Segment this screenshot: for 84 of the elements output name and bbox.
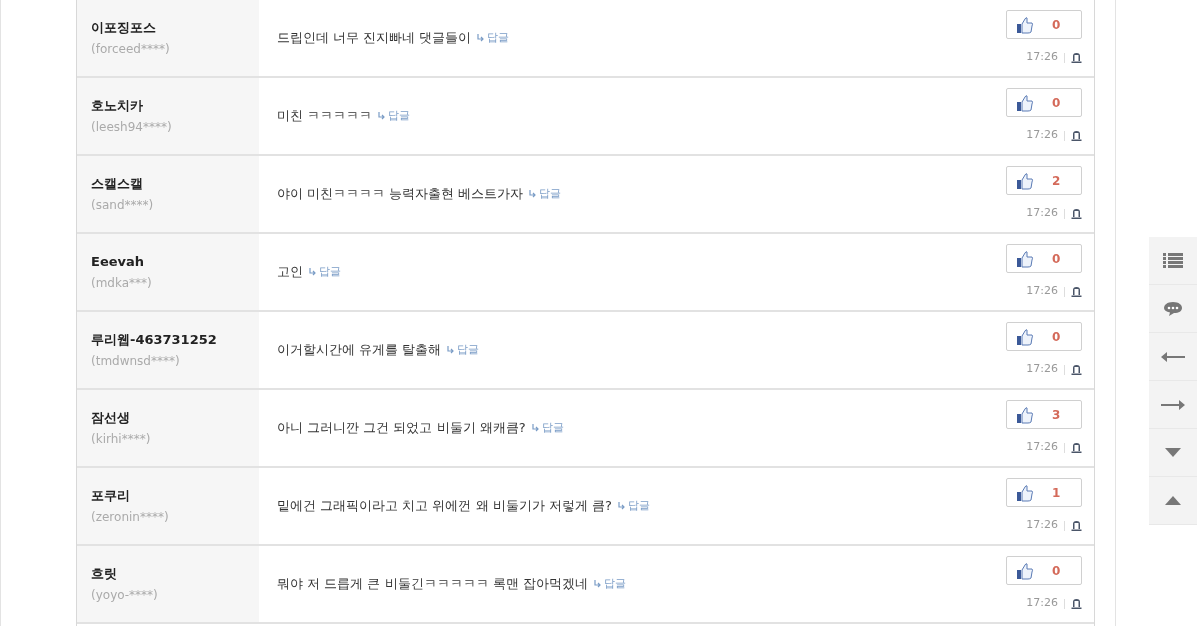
thumbs-up-icon xyxy=(1016,93,1034,112)
reply-arrow-icon xyxy=(447,346,456,354)
comment-text: 야이 미친ㅋㅋㅋㅋ 능력자출현 베스트가자 xyxy=(277,185,524,204)
side-nav-button[interactable] xyxy=(1149,285,1197,333)
comment-time: 17:26 xyxy=(1026,127,1058,144)
comment-time: 17:26 xyxy=(1026,361,1058,378)
reply-arrow-icon xyxy=(529,190,538,198)
reply-arrow-icon xyxy=(477,34,486,42)
reply-link[interactable]: 답글 xyxy=(617,497,650,515)
bell-icon[interactable] xyxy=(1071,363,1082,376)
author-nickname[interactable]: 포쿠리 xyxy=(91,485,259,506)
thumbs-up-icon xyxy=(1016,249,1034,268)
side-nav-button[interactable] xyxy=(1149,381,1197,429)
reply-link[interactable]: 답글 xyxy=(593,575,626,593)
thumbs-up-icon xyxy=(1016,171,1034,190)
comment-time: 17:26 xyxy=(1026,49,1058,66)
right-arrow-icon xyxy=(1161,399,1185,410)
bell-icon[interactable] xyxy=(1071,597,1082,610)
up-triangle-icon xyxy=(1165,496,1181,505)
like-button[interactable]: 0 xyxy=(1006,88,1082,118)
reply-link[interactable]: 답글 xyxy=(477,29,510,47)
like-button[interactable]: 2 xyxy=(1006,166,1082,196)
list-icon xyxy=(1163,252,1183,269)
author-id: (zeronin****) xyxy=(91,509,170,527)
author-id: (leesh94****) xyxy=(91,119,173,137)
side-nav-button[interactable] xyxy=(1149,429,1197,477)
bell-icon[interactable] xyxy=(1071,285,1082,298)
reply-arrow-icon xyxy=(617,502,626,510)
comment-time: 17:26 xyxy=(1026,283,1058,300)
thumbs-up-icon xyxy=(1016,483,1034,502)
thumbs-up-icon xyxy=(1016,561,1034,580)
comment-text: 밑에건 그래픽이라고 치고 위에껀 왜 비둘기가 저렇게 큼? xyxy=(277,497,612,516)
author-nickname[interactable]: 이포징포스 xyxy=(91,17,259,38)
reply-arrow-icon xyxy=(378,112,387,120)
reply-link[interactable]: 답글 xyxy=(529,185,562,203)
like-button[interactable]: 0 xyxy=(1006,244,1082,274)
like-button[interactable]: 3 xyxy=(1006,400,1082,430)
thumbs-up-icon xyxy=(1016,15,1034,34)
reply-link[interactable]: 답글 xyxy=(309,263,341,281)
bell-icon[interactable] xyxy=(1071,51,1082,64)
author-nickname[interactable]: 호노치카 xyxy=(91,95,259,116)
comment-time: 17:26 xyxy=(1026,595,1058,612)
side-nav-button[interactable] xyxy=(1149,333,1197,381)
comment-text: 아니 그러니깐 그건 되었고 비둘기 왜캐큼? xyxy=(277,419,526,438)
speech-bubble-icon xyxy=(1163,300,1183,317)
author-nickname[interactable]: 스캘스캘 xyxy=(91,173,259,194)
reply-link[interactable]: 답글 xyxy=(531,419,564,437)
comment-time: 17:26 xyxy=(1026,517,1058,534)
comment-text: 뭐야 저 드릅게 큰 비둘긴ㅋㅋㅋㅋㅋ 록맨 잡아먹겠네 xyxy=(277,575,588,594)
reply-link[interactable]: 답글 xyxy=(447,341,480,359)
thumbs-up-icon xyxy=(1016,405,1034,424)
comment-text: 고인 xyxy=(277,263,303,282)
author-nickname[interactable]: Eeevah xyxy=(91,251,259,272)
author-id: (kirhi****) xyxy=(91,431,152,449)
author-nickname[interactable]: 잠선생 xyxy=(91,407,259,428)
author-id: (tmdwnsd****) xyxy=(91,353,181,371)
author-id: (forceed****) xyxy=(91,41,171,59)
like-button[interactable]: 1 xyxy=(1006,478,1082,508)
bell-icon[interactable] xyxy=(1071,207,1082,220)
comment-time: 17:26 xyxy=(1026,205,1058,222)
comment-text: 드립인데 너무 진지빠네 댓글들이 xyxy=(277,29,472,48)
comment-text: 이거할시간에 유게를 탈출해 xyxy=(277,341,442,360)
author-id: (mdka***) xyxy=(91,275,153,293)
author-nickname[interactable]: 흐릿 xyxy=(91,563,259,584)
reply-arrow-icon xyxy=(593,580,602,588)
author-id: (sand****) xyxy=(91,197,155,215)
left-arrow-icon xyxy=(1161,351,1185,362)
down-triangle-icon xyxy=(1165,448,1181,457)
like-button[interactable]: 0 xyxy=(1006,556,1082,586)
bell-icon[interactable] xyxy=(1071,129,1082,142)
author-id: (yoyo-****) xyxy=(91,587,159,605)
side-nav-button[interactable] xyxy=(1149,477,1197,525)
author-nickname[interactable]: 루리웹-463731252 xyxy=(91,329,259,350)
reply-link[interactable]: 답글 xyxy=(378,107,411,125)
reply-arrow-icon xyxy=(531,424,540,432)
bell-icon[interactable] xyxy=(1071,441,1082,454)
like-button[interactable]: 0 xyxy=(1006,10,1082,40)
side-nav-button[interactable] xyxy=(1149,237,1197,285)
bell-icon[interactable] xyxy=(1071,519,1082,532)
thumbs-up-icon xyxy=(1016,327,1034,346)
comment-time: 17:26 xyxy=(1026,439,1058,456)
reply-arrow-icon xyxy=(309,268,317,276)
comment-text: 미친 ㅋㅋㅋㅋㅋ xyxy=(277,107,373,126)
like-button[interactable]: 0 xyxy=(1006,322,1082,352)
